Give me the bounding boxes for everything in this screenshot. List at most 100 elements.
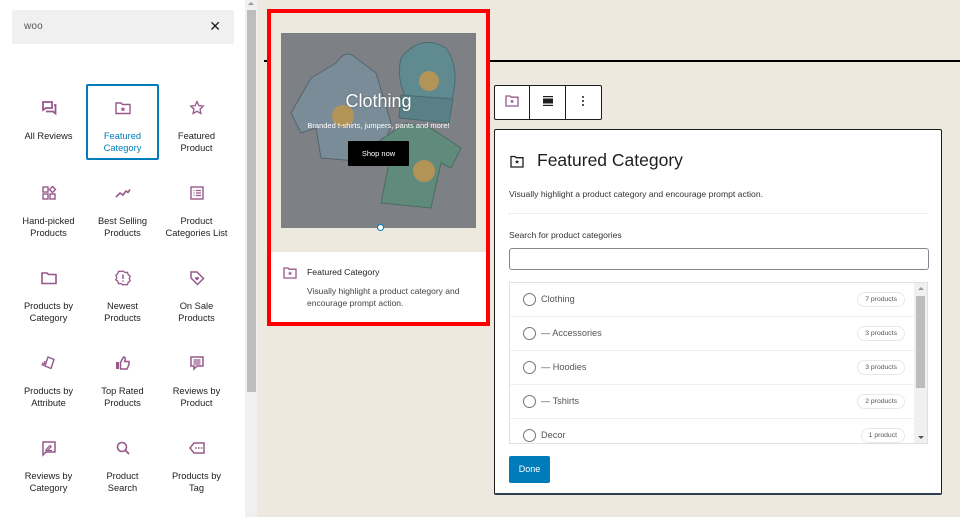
new-badge-icon xyxy=(114,269,132,287)
block-label: Hand-picked Products xyxy=(22,216,75,238)
category-option[interactable]: — Accessories 3 products xyxy=(510,317,915,351)
block-label: Top Rated Products xyxy=(101,386,144,408)
block-reviews-by-category[interactable]: Reviews by Category xyxy=(12,424,85,509)
block-products-by-tag[interactable]: Products by Tag xyxy=(160,424,233,509)
category-option[interactable]: — Tshirts 2 products xyxy=(510,385,915,419)
block-label: Reviews by Product xyxy=(172,386,221,408)
category-search-input[interactable] xyxy=(509,248,929,270)
block-grid: All Reviews Featured Category Featured P… xyxy=(12,84,234,509)
category-label: Clothing xyxy=(541,294,575,304)
clothing-illustration xyxy=(281,33,476,228)
tag-dots-icon xyxy=(188,439,206,457)
product-count-badge: 3 products xyxy=(857,326,905,341)
reviews-icon xyxy=(40,99,58,117)
block-preview-card: Clothing Branded t-shirts, jumpers, pant… xyxy=(267,9,490,326)
divider xyxy=(509,213,927,214)
category-label: — Accessories xyxy=(541,328,602,338)
search-icon xyxy=(114,439,132,457)
block-products-by-attribute[interactable]: Products by Attribute xyxy=(12,339,85,424)
star-icon xyxy=(188,99,206,117)
category-option[interactable]: Clothing 7 products xyxy=(510,283,915,317)
block-label: Products by Tag xyxy=(171,471,222,493)
comment-lines-icon xyxy=(188,354,206,372)
radio-button[interactable] xyxy=(523,361,536,374)
folder-icon xyxy=(40,269,58,287)
radio-button[interactable] xyxy=(523,327,536,340)
sidebar-scrollbar[interactable] xyxy=(245,0,257,517)
preview-info-title: Featured Category xyxy=(307,267,380,277)
align-button[interactable] xyxy=(530,86,566,119)
block-label: Products by Attribute xyxy=(23,386,74,408)
block-newest-products[interactable]: Newest Products xyxy=(86,254,159,339)
featured-category-placeholder: Featured Category Visually highlight a p… xyxy=(494,129,942,495)
scroll-up-arrow-icon[interactable] xyxy=(918,287,924,290)
resize-handle[interactable] xyxy=(377,224,384,231)
block-label: Product Search xyxy=(106,471,139,493)
more-vertical-icon xyxy=(581,94,585,112)
category-search-label: Search for product categories xyxy=(509,230,622,240)
product-count-badge: 2 products xyxy=(857,394,905,409)
preview-info: Featured Category Visually highlight a p… xyxy=(271,252,486,322)
category-list: Clothing 7 products — Accessories 3 prod… xyxy=(509,282,928,444)
done-button[interactable]: Done xyxy=(509,456,550,483)
category-label: — Tshirts xyxy=(541,396,580,406)
product-count-badge: 7 products xyxy=(857,292,905,307)
preview-category-description: Branded t-shirts, jumpers, pants and mor… xyxy=(307,121,450,130)
more-options-button[interactable] xyxy=(566,86,601,119)
close-icon[interactable]: ✕ xyxy=(209,18,221,34)
block-hand-picked-products[interactable]: Hand-picked Products xyxy=(12,169,85,254)
folder-star-icon xyxy=(114,99,132,117)
block-reviews-by-product[interactable]: Reviews by Product xyxy=(160,339,233,424)
shop-now-button[interactable]: Shop now xyxy=(348,141,409,166)
block-best-selling-products[interactable]: Best Selling Products xyxy=(86,169,159,254)
product-count-badge: 1 product xyxy=(860,428,905,443)
scroll-up-arrow-icon[interactable] xyxy=(248,2,254,5)
category-list-scrollbar-thumb[interactable] xyxy=(916,296,925,388)
block-label: All Reviews xyxy=(24,131,73,141)
block-label: Featured Product xyxy=(177,131,216,153)
product-count-badge: 3 products xyxy=(857,360,905,375)
block-featured-category[interactable]: Featured Category xyxy=(86,84,159,160)
category-option[interactable]: — Hoodies 3 products xyxy=(510,351,915,385)
block-product-categories-list[interactable]: Product Categories List xyxy=(160,169,233,254)
block-all-reviews[interactable]: All Reviews xyxy=(12,84,85,169)
radio-button[interactable] xyxy=(523,429,536,442)
category-label: — Hoodies xyxy=(541,362,587,372)
category-list-scrollbar[interactable] xyxy=(914,283,927,443)
block-label: On Sale Products xyxy=(178,301,215,323)
category-label: Decor xyxy=(541,430,566,440)
block-on-sale-products[interactable]: On Sale Products xyxy=(160,254,233,339)
folder-star-icon xyxy=(505,94,519,112)
block-label: Featured Category xyxy=(103,131,142,153)
block-top-rated-products[interactable]: Top Rated Products xyxy=(86,339,159,424)
block-label: Newest Products xyxy=(104,301,141,323)
product-grid-icon xyxy=(40,184,58,202)
trend-line-icon xyxy=(114,184,132,202)
block-featured-product[interactable]: Featured Product xyxy=(160,84,233,169)
block-label: Product Categories List xyxy=(165,216,228,238)
block-inserter-panel: woo ✕ All Reviews Featured Category Feat… xyxy=(0,0,245,517)
radio-button[interactable] xyxy=(523,395,536,408)
folder-star-icon xyxy=(510,155,524,168)
block-search-input[interactable]: woo ✕ xyxy=(12,10,234,44)
sidebar-scrollbar-thumb[interactable] xyxy=(247,10,256,392)
tag-heart-icon xyxy=(188,269,206,287)
radio-button[interactable] xyxy=(523,293,536,306)
block-label: Best Selling Products xyxy=(97,216,148,238)
category-option[interactable]: Decor 1 product xyxy=(510,419,915,443)
block-product-search[interactable]: Product Search xyxy=(86,424,159,509)
list-icon xyxy=(188,184,206,202)
block-label: Reviews by Category xyxy=(24,471,73,493)
block-toolbar xyxy=(494,85,602,120)
attribute-cards-icon xyxy=(40,354,58,372)
scroll-down-arrow-icon[interactable] xyxy=(918,436,924,439)
comment-edit-icon xyxy=(40,439,58,457)
thumbs-up-icon xyxy=(114,354,132,372)
folder-star-icon xyxy=(283,266,297,279)
block-products-by-category[interactable]: Products by Category xyxy=(12,254,85,339)
placeholder-title: Featured Category xyxy=(537,150,683,170)
block-type-button[interactable] xyxy=(495,86,531,119)
block-search-value: woo xyxy=(24,21,43,32)
preview-category-title: Clothing xyxy=(345,91,412,111)
placeholder-description: Visually highlight a product category an… xyxy=(509,189,763,199)
